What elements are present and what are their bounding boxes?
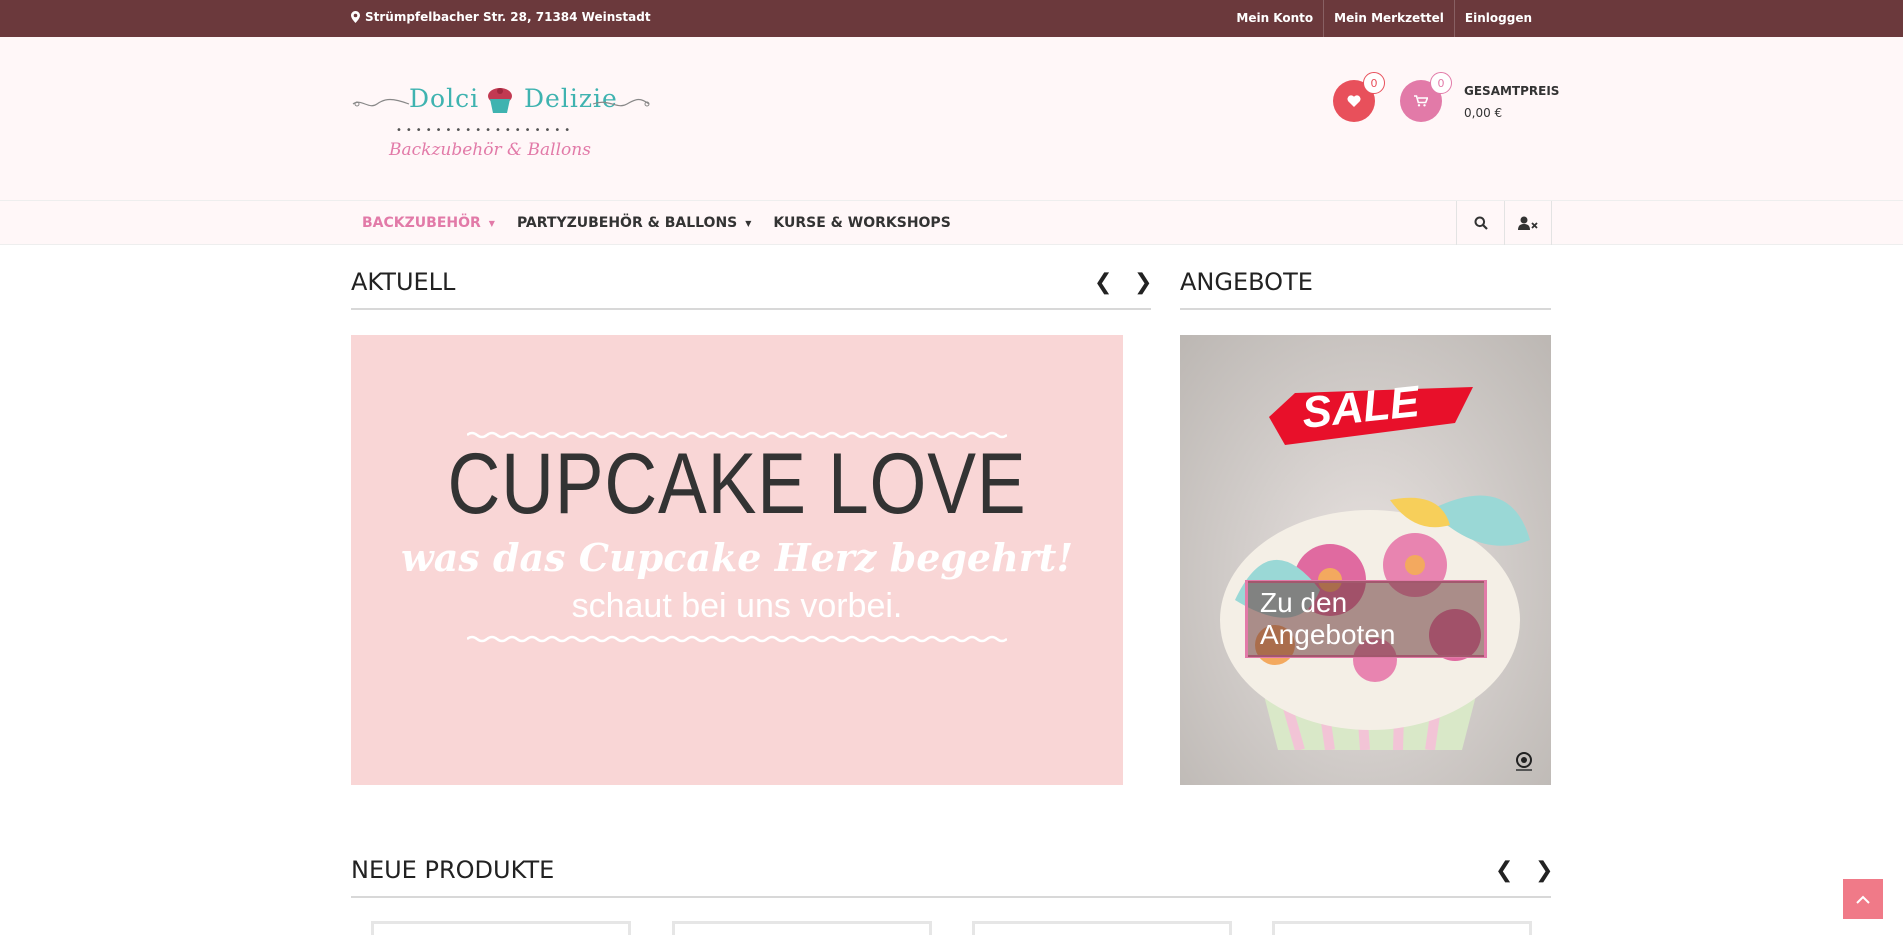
banner-headline: CUPCAKE LOVE: [447, 436, 1027, 532]
aktuell-title: AKTUELL: [351, 268, 456, 296]
wishlist-count-badge: 0: [1363, 72, 1385, 94]
logo-tagline: Backzubehör & Ballons: [389, 140, 591, 160]
banner-script-text: was das Cupcake Herz begehrt!: [401, 535, 1073, 580]
logo-word-dolci: Dolci: [409, 84, 480, 113]
sale-offer-banner[interactable]: SALE Zu den Angeboten: [1180, 335, 1551, 785]
aktuell-divider: [351, 308, 1151, 310]
cart-count-badge: 0: [1430, 72, 1452, 94]
neue-produkte-divider: [351, 896, 1551, 898]
photographer-watermark: [1516, 752, 1532, 771]
nav-item-partyzubehoer[interactable]: PARTYZUBEHÖR & BALLONS ▼: [506, 201, 762, 245]
offers-cta-label: Zu den Angeboten: [1248, 581, 1484, 657]
my-account-link[interactable]: Mein Konto: [1226, 0, 1323, 37]
nav-item-kurse[interactable]: KURSE & WORKSHOPS: [762, 201, 961, 245]
cart-icon: [1414, 95, 1428, 107]
account-links: Mein Konto Mein Merkzettel Einloggen: [1226, 0, 1542, 37]
cupcake-love-banner[interactable]: CUPCAKE LOVE was das Cupcake Herz begehr…: [351, 335, 1123, 785]
nav-item-label: BACKZUBEHÖR: [362, 215, 481, 231]
wishlist-button[interactable]: 0: [1333, 72, 1385, 122]
main-navigation: BACKZUBEHÖR ▼ PARTYZUBEHÖR & BALLONS ▼ K…: [0, 201, 1903, 245]
aktuell-next-button[interactable]: ❯: [1134, 270, 1152, 295]
cart-button[interactable]: 0: [1400, 72, 1452, 122]
total-price-value: 0,00 €: [1464, 106, 1503, 120]
user-times-icon: [1518, 216, 1538, 230]
neue-produkte-title: NEUE PRODUKTE: [351, 856, 555, 884]
heart-icon: [1347, 95, 1361, 107]
map-marker-icon: [351, 11, 360, 23]
caret-down-icon: ▼: [488, 218, 495, 228]
banner-subline: schaut bei uns vorbei.: [571, 587, 903, 625]
neue-prev-button[interactable]: ❮: [1495, 858, 1513, 883]
header: Dolci Delizie •••••••••••••••••• Backzub…: [0, 37, 1903, 201]
angebote-title: ANGEBOTE: [1180, 268, 1313, 296]
aktuell-prev-button[interactable]: ❮: [1094, 270, 1112, 295]
angebote-divider: [1180, 308, 1551, 310]
caret-down-icon: ▼: [745, 218, 752, 228]
neue-next-button[interactable]: ❯: [1535, 858, 1553, 883]
swirl-left-decoration: [352, 98, 410, 107]
login-link[interactable]: Einloggen: [1453, 0, 1542, 37]
user-account-button[interactable]: [1504, 201, 1552, 245]
search-button[interactable]: [1456, 201, 1504, 245]
top-bar: Strümpfelbacher Str. 28, 71384 Weinstadt…: [0, 0, 1903, 37]
nav-item-label: PARTYZUBEHÖR & BALLONS: [516, 215, 738, 231]
logo-dots: ••••••••••••••••••: [396, 125, 575, 136]
wishlist-link[interactable]: Mein Merkzettel: [1323, 0, 1454, 37]
nav-item-label: KURSE & WORKSHOPS: [773, 215, 951, 231]
logo[interactable]: Dolci Delizie •••••••••••••••••• Backzub…: [351, 70, 653, 170]
search-icon: [1474, 216, 1488, 230]
cupcake-logo-icon: [488, 88, 512, 113]
lace-border-bottom: [467, 635, 1007, 643]
offers-cta-button[interactable]: Zu den Angeboten: [1245, 580, 1487, 658]
scroll-to-top-button[interactable]: [1843, 879, 1883, 919]
nav-item-backzubehoer[interactable]: BACKZUBEHÖR ▼: [351, 201, 506, 245]
total-price-label: GESAMTPREIS: [1464, 84, 1560, 98]
address-text: Strümpfelbacher Str. 28, 71384 Weinstadt: [365, 10, 651, 24]
store-address: Strümpfelbacher Str. 28, 71384 Weinstadt: [351, 10, 651, 24]
swirl-right-decoration: [592, 98, 650, 107]
chevron-up-icon: [1856, 895, 1870, 904]
